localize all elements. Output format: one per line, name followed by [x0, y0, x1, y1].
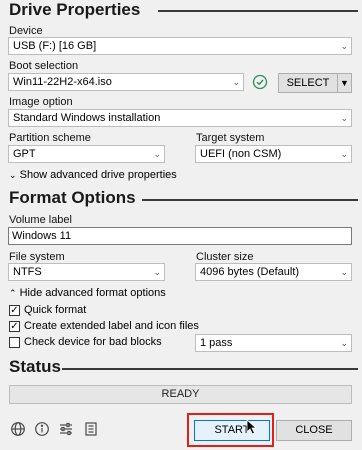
chevron-up-icon: ⌃ [9, 288, 17, 298]
extended-label-label: Create extended label and icon files [24, 320, 199, 332]
chevron-down-icon: ⌄ [340, 41, 348, 51]
target-system-value: UEFI (non CSM) [200, 148, 282, 160]
cluster-size-value: 4096 bytes (Default) [200, 266, 300, 278]
mouse-cursor-icon [246, 419, 258, 435]
globe-icon[interactable] [10, 421, 26, 437]
select-dropdown-arrow-button[interactable]: ▼ [337, 73, 352, 93]
volume-label-input[interactable]: Windows 11 [8, 227, 352, 245]
image-option-label: Image option [9, 96, 73, 108]
boot-selection-dropdown[interactable]: Win11-22H2-x64.iso ⌄ [8, 73, 244, 91]
chevron-down-icon: ⌄ [340, 113, 348, 123]
hide-advanced-format-label: Hide advanced format options [19, 287, 166, 299]
quick-format-label: Quick format [24, 304, 87, 316]
chevron-down-icon: ⌄ [340, 267, 348, 277]
cluster-size-label: Cluster size [196, 251, 254, 263]
section-divider [158, 10, 358, 12]
drive-properties-title: Drive Properties [9, 0, 141, 19]
log-icon[interactable] [83, 421, 99, 437]
chevron-down-icon: ⌄ [340, 338, 348, 348]
target-system-label: Target system [196, 132, 265, 144]
bad-blocks-label: Check device for bad blocks [24, 336, 162, 348]
section-divider [142, 199, 358, 201]
hide-advanced-format-toggle[interactable]: ⌃ Hide advanced format options [9, 287, 166, 299]
verify-check-icon[interactable] [252, 74, 268, 90]
device-value: USB (F:) [16 GB] [13, 40, 97, 52]
dropdown-arrow-icon: ▼ [340, 78, 349, 88]
partition-scheme-label: Partition scheme [9, 132, 91, 144]
image-option-value: Standard Windows installation [13, 112, 161, 124]
section-divider [62, 368, 358, 370]
chevron-down-icon: ⌄ [9, 170, 17, 180]
info-icon[interactable] [34, 421, 50, 437]
close-button[interactable]: CLOSE [276, 420, 352, 441]
target-system-dropdown[interactable]: UEFI (non CSM) ⌄ [195, 145, 352, 163]
start-highlight-box [187, 413, 274, 447]
device-dropdown[interactable]: USB (F:) [16 GB] ⌄ [8, 37, 352, 55]
status-progress-bar: READY [9, 385, 352, 404]
cluster-size-dropdown[interactable]: 4096 bytes (Default) ⌄ [195, 263, 352, 281]
show-advanced-drive-label: Show advanced drive properties [19, 169, 177, 181]
show-advanced-drive-toggle[interactable]: ⌄ Show advanced drive properties [9, 169, 177, 181]
bad-blocks-checkbox[interactable] [9, 337, 20, 348]
boot-selection-value: Win11-22H2-x64.iso [13, 76, 112, 88]
chevron-down-icon: ⌄ [153, 149, 161, 159]
settings-sliders-icon[interactable] [58, 421, 74, 437]
image-option-dropdown[interactable]: Standard Windows installation ⌄ [8, 109, 352, 127]
partition-scheme-dropdown[interactable]: GPT ⌄ [8, 145, 165, 163]
quick-format-checkbox[interactable]: ✓ [9, 305, 20, 316]
device-label: Device [9, 25, 43, 37]
volume-label-label: Volume label [9, 214, 72, 226]
format-options-title: Format Options [9, 188, 136, 207]
chevron-down-icon: ⌄ [340, 149, 348, 159]
file-system-dropdown[interactable]: NTFS ⌄ [8, 263, 165, 281]
passes-dropdown[interactable]: 1 pass ⌄ [195, 334, 352, 352]
file-system-value: NTFS [13, 266, 42, 278]
extended-label-checkbox[interactable]: ✓ [9, 321, 20, 332]
passes-value: 1 pass [200, 337, 233, 349]
select-button[interactable]: SELECT [278, 73, 338, 93]
partition-scheme-value: GPT [13, 148, 36, 160]
file-system-label: File system [9, 251, 65, 263]
chevron-down-icon: ⌄ [232, 77, 240, 87]
boot-selection-label: Boot selection [9, 60, 79, 72]
chevron-down-icon: ⌄ [153, 267, 161, 277]
status-title: Status [9, 357, 61, 376]
